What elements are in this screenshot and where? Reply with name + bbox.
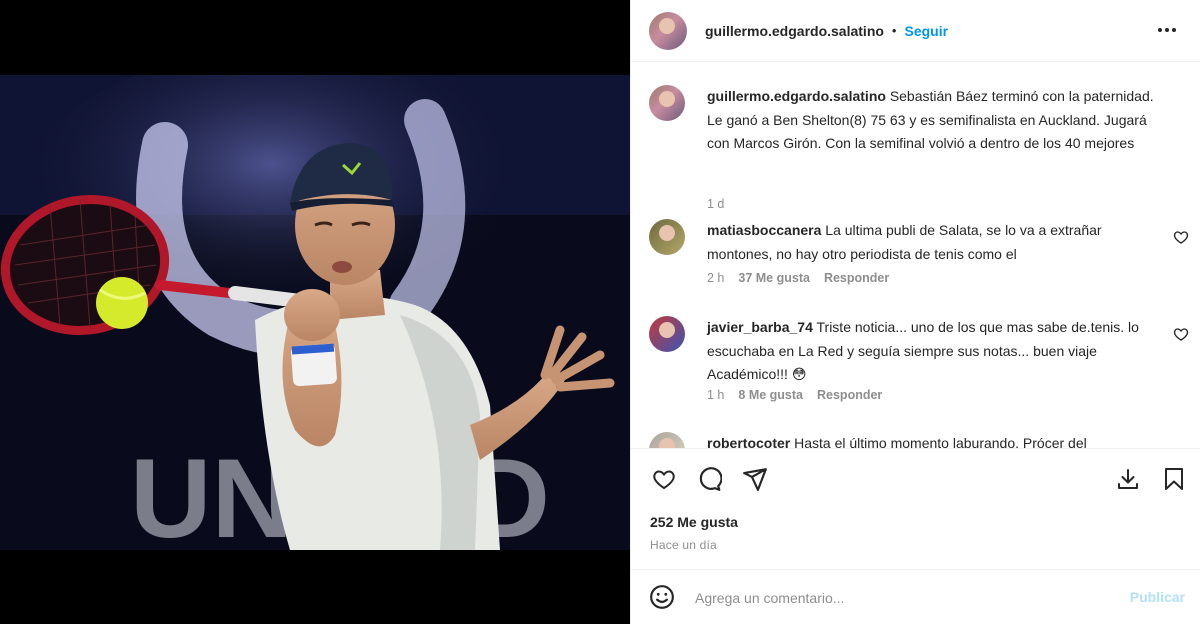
comment-icon bbox=[699, 467, 722, 491]
bookmark-button[interactable] bbox=[1160, 465, 1188, 493]
separator-dot: • bbox=[891, 23, 897, 38]
caption-username[interactable]: guillermo.edgardo.salatino bbox=[707, 88, 886, 104]
comment-meta: 1 h 8 Me gusta Responder bbox=[707, 388, 896, 402]
comment-likes[interactable]: 37 Me gusta bbox=[738, 271, 810, 285]
comment-composer: Publicar bbox=[631, 569, 1200, 624]
comment-time[interactable]: 1 h bbox=[707, 388, 724, 402]
comment-text: matiasboccanera La ultima publi de Salat… bbox=[707, 219, 1162, 266]
comment-avatar[interactable] bbox=[649, 432, 685, 448]
comment-input[interactable] bbox=[695, 586, 1095, 610]
follow-button[interactable]: Seguir bbox=[904, 23, 948, 39]
caption-time[interactable]: 1 d bbox=[707, 197, 724, 211]
comment-meta: 2 h 37 Me gusta Responder bbox=[707, 271, 903, 285]
comment-avatar[interactable] bbox=[649, 316, 685, 352]
reply-button[interactable]: Responder bbox=[824, 271, 889, 285]
tennis-ball bbox=[96, 277, 148, 329]
comment-time[interactable]: 2 h bbox=[707, 271, 724, 285]
comment-item: matiasboccanera La ultima publi de Salat… bbox=[649, 219, 1189, 299]
post-caption: guillermo.edgardo.salatino Sebastián Báe… bbox=[649, 85, 1189, 211]
comment-username[interactable]: robertocoter bbox=[707, 435, 790, 448]
comment-username[interactable]: matiasboccanera bbox=[707, 222, 821, 238]
reply-button[interactable]: Responder bbox=[817, 388, 882, 402]
share-icon bbox=[743, 468, 767, 491]
publish-button[interactable]: Publicar bbox=[1130, 589, 1185, 605]
post-panel: guillermo.edgardo.salatino • Seguir guil… bbox=[630, 0, 1200, 624]
post-actions: 252 Me gusta Hace un día bbox=[631, 448, 1200, 568]
author-username[interactable]: guillermo.edgardo.salatino bbox=[705, 23, 884, 39]
more-horizontal-icon bbox=[1158, 28, 1176, 32]
comments-list[interactable]: guillermo.edgardo.salatino Sebastián Báe… bbox=[631, 63, 1200, 448]
comment-avatar[interactable] bbox=[649, 219, 685, 255]
emoji-icon bbox=[650, 585, 674, 609]
comment-item: javier_barba_74 Triste noticia... uno de… bbox=[649, 316, 1189, 416]
heart-icon bbox=[653, 470, 675, 490]
comment-text: javier_barba_74 Triste noticia... uno de… bbox=[707, 316, 1162, 387]
author-avatar[interactable] bbox=[649, 11, 687, 50]
bookmark-icon bbox=[1165, 468, 1183, 490]
comment-username[interactable]: javier_barba_74 bbox=[707, 319, 813, 335]
caption-text: guillermo.edgardo.salatino Sebastián Báe… bbox=[707, 85, 1162, 156]
comment-likes[interactable]: 8 Me gusta bbox=[738, 388, 803, 402]
post-photo[interactable]: UNITED bbox=[0, 75, 630, 550]
save-icon bbox=[1118, 469, 1138, 489]
comment-text: robertocoter Hasta el último momento lab… bbox=[707, 432, 1162, 448]
comment-item: robertocoter Hasta el último momento lab… bbox=[649, 432, 1189, 448]
share-button[interactable] bbox=[741, 465, 769, 493]
caption-meta: 1 d bbox=[707, 197, 738, 211]
post-date[interactable]: Hace un día bbox=[650, 538, 717, 552]
post-media[interactable]: UNITED bbox=[0, 0, 630, 624]
comment-body: Hasta el último momento laburando. Próce… bbox=[794, 435, 1087, 448]
heart-icon[interactable] bbox=[1173, 326, 1189, 342]
comment-button[interactable] bbox=[695, 465, 723, 493]
emoji-button[interactable] bbox=[649, 584, 677, 612]
heart-icon[interactable] bbox=[1173, 229, 1189, 245]
like-count[interactable]: 252 Me gusta bbox=[650, 514, 738, 530]
more-options-button[interactable] bbox=[1155, 18, 1179, 42]
post-header: guillermo.edgardo.salatino • Seguir bbox=[631, 0, 1200, 62]
like-button[interactable] bbox=[650, 465, 678, 493]
caption-avatar[interactable] bbox=[649, 85, 685, 121]
tennis-player-illustration: UNITED bbox=[0, 75, 630, 550]
save-button[interactable] bbox=[1114, 465, 1142, 493]
